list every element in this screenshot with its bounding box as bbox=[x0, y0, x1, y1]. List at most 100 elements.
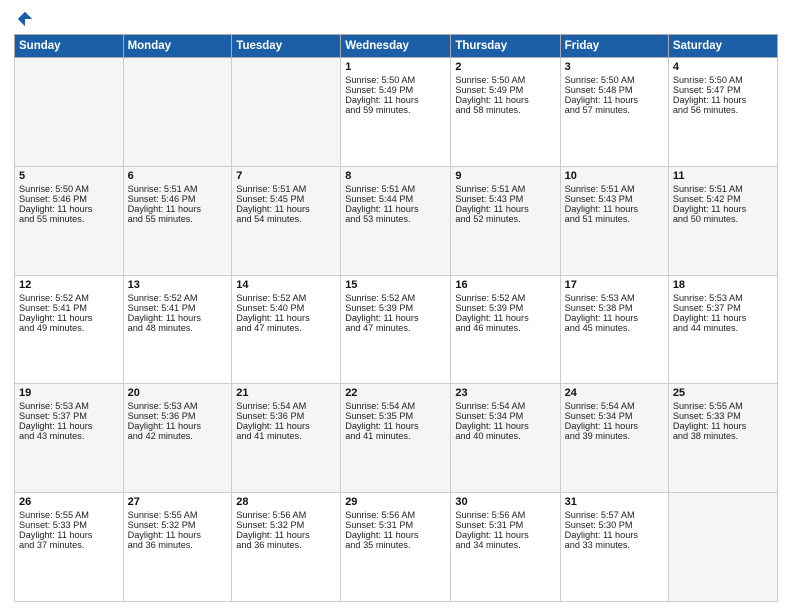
calendar-cell: 23 Sunrise: 5:54 AMSunset: 5:34 PMDayligh… bbox=[451, 384, 560, 493]
day-info: and 55 minutes. bbox=[19, 214, 119, 224]
day-info: and 37 minutes. bbox=[19, 540, 119, 550]
day-info: and 50 minutes. bbox=[673, 214, 773, 224]
day-info: Daylight: 11 hours bbox=[345, 421, 446, 431]
calendar-cell: 7Sunrise: 5:51 AMSunset: 5:45 PMDaylight… bbox=[232, 166, 341, 275]
day-number: 29 bbox=[345, 496, 446, 508]
day-info: Daylight: 11 hours bbox=[673, 313, 773, 323]
day-info: Daylight: 11 hours bbox=[345, 204, 446, 214]
day-info: Sunset: 5:44 PM bbox=[345, 194, 446, 204]
calendar-cell: 30Sunrise: 5:56 AMSunset: 5:31 PMDayligh… bbox=[451, 493, 560, 602]
day-info: Daylight: 11 hours bbox=[19, 313, 119, 323]
day-info: Daylight: 11 hours bbox=[236, 530, 336, 540]
day-info: Sunrise: 5:50 AM bbox=[565, 75, 664, 85]
day-info: Daylight: 11 hours bbox=[236, 421, 336, 431]
day-info: Daylight: 11 hours bbox=[673, 95, 773, 105]
day-info: Sunset: 5:31 PM bbox=[455, 520, 555, 530]
day-info: Sunrise: 5:51 AM bbox=[673, 184, 773, 194]
day-info: Sunrise: 5:55 AM bbox=[673, 401, 773, 411]
day-info: Sunrise: 5:53 AM bbox=[673, 293, 773, 303]
calendar-cell: 24Sunrise: 5:54 AMSunset: 5:34 PMDayligh… bbox=[560, 384, 668, 493]
logo-icon bbox=[16, 10, 34, 28]
day-info: Sunrise: 5:56 AM bbox=[236, 510, 336, 520]
day-number: 12 bbox=[19, 279, 119, 291]
day-number: 5 bbox=[19, 170, 119, 182]
day-info: Daylight: 11 hours bbox=[345, 313, 446, 323]
calendar-week-row: 26Sunrise: 5:55 AMSunset: 5:33 PMDayligh… bbox=[15, 493, 778, 602]
day-info: Sunset: 5:41 PM bbox=[128, 303, 228, 313]
day-number: 9 bbox=[455, 170, 555, 182]
day-info: and 43 minutes. bbox=[19, 431, 119, 441]
calendar-cell: 29Sunrise: 5:56 AMSunset: 5:31 PMDayligh… bbox=[341, 493, 451, 602]
day-info: and 52 minutes. bbox=[455, 214, 555, 224]
day-info: and 48 minutes. bbox=[128, 323, 228, 333]
day-number: 24 bbox=[565, 387, 664, 399]
day-info: Sunrise: 5:54 AM bbox=[345, 401, 446, 411]
day-number: 25 bbox=[673, 387, 773, 399]
calendar-cell: 13Sunrise: 5:52 AMSunset: 5:41 PMDayligh… bbox=[123, 275, 232, 384]
day-info: Daylight: 11 hours bbox=[455, 421, 555, 431]
day-info: Daylight: 11 hours bbox=[128, 530, 228, 540]
day-info: Sunset: 5:49 PM bbox=[345, 85, 446, 95]
day-info: Sunrise: 5:53 AM bbox=[19, 401, 119, 411]
day-number: 22 bbox=[345, 387, 446, 399]
day-info: Sunrise: 5:54 AM bbox=[455, 401, 555, 411]
day-info: Sunrise: 5:53 AM bbox=[128, 401, 228, 411]
day-info: Daylight: 11 hours bbox=[128, 313, 228, 323]
day-info: Daylight: 11 hours bbox=[455, 204, 555, 214]
day-info: Sunset: 5:49 PM bbox=[455, 85, 555, 95]
day-number: 26 bbox=[19, 496, 119, 508]
day-info: Sunrise: 5:50 AM bbox=[455, 75, 555, 85]
day-number: 15 bbox=[345, 279, 446, 291]
weekday-header-monday: Monday bbox=[123, 35, 232, 58]
calendar-cell: 8Sunrise: 5:51 AMSunset: 5:44 PMDaylight… bbox=[341, 166, 451, 275]
day-info: Sunset: 5:46 PM bbox=[19, 194, 119, 204]
calendar-cell: 9Sunrise: 5:51 AMSunset: 5:43 PMDaylight… bbox=[451, 166, 560, 275]
day-number: 21 bbox=[236, 387, 336, 399]
day-info: Daylight: 11 hours bbox=[565, 204, 664, 214]
day-info: Sunset: 5:33 PM bbox=[19, 520, 119, 530]
day-number: 23 bbox=[455, 387, 555, 399]
calendar-cell: 6Sunrise: 5:51 AMSunset: 5:46 PMDaylight… bbox=[123, 166, 232, 275]
day-info: and 40 minutes. bbox=[455, 431, 555, 441]
weekday-header-thursday: Thursday bbox=[451, 35, 560, 58]
day-info: Sunrise: 5:52 AM bbox=[128, 293, 228, 303]
day-info: and 33 minutes. bbox=[565, 540, 664, 550]
day-info: Sunrise: 5:52 AM bbox=[345, 293, 446, 303]
day-info: and 42 minutes. bbox=[128, 431, 228, 441]
day-info: Sunset: 5:37 PM bbox=[673, 303, 773, 313]
day-info: Sunset: 5:34 PM bbox=[455, 411, 555, 421]
day-number: 28 bbox=[236, 496, 336, 508]
day-info: Daylight: 11 hours bbox=[128, 204, 228, 214]
day-number: 6 bbox=[128, 170, 228, 182]
calendar-cell: 27Sunrise: 5:55 AMSunset: 5:32 PMDayligh… bbox=[123, 493, 232, 602]
day-info: and 41 minutes. bbox=[345, 431, 446, 441]
day-info: Sunset: 5:32 PM bbox=[128, 520, 228, 530]
day-number: 31 bbox=[565, 496, 664, 508]
calendar-cell: 17Sunrise: 5:53 AMSunset: 5:38 PMDayligh… bbox=[560, 275, 668, 384]
day-info: Sunset: 5:39 PM bbox=[455, 303, 555, 313]
day-number: 3 bbox=[565, 61, 664, 73]
day-number: 2 bbox=[455, 61, 555, 73]
day-info: Daylight: 11 hours bbox=[455, 530, 555, 540]
day-info: Sunrise: 5:53 AM bbox=[565, 293, 664, 303]
day-info: and 53 minutes. bbox=[345, 214, 446, 224]
calendar-cell: 2Sunrise: 5:50 AMSunset: 5:49 PMDaylight… bbox=[451, 58, 560, 167]
day-info: and 41 minutes. bbox=[236, 431, 336, 441]
day-info: Sunset: 5:37 PM bbox=[19, 411, 119, 421]
calendar-cell bbox=[668, 493, 777, 602]
day-info: Sunset: 5:36 PM bbox=[128, 411, 228, 421]
day-info: and 46 minutes. bbox=[455, 323, 555, 333]
day-info: Daylight: 11 hours bbox=[455, 313, 555, 323]
day-info: Sunrise: 5:51 AM bbox=[236, 184, 336, 194]
calendar-cell: 1Sunrise: 5:50 AMSunset: 5:49 PMDaylight… bbox=[341, 58, 451, 167]
calendar-cell: 16Sunrise: 5:52 AMSunset: 5:39 PMDayligh… bbox=[451, 275, 560, 384]
page: SundayMondayTuesdayWednesdayThursdayFrid… bbox=[0, 0, 792, 612]
header bbox=[14, 10, 778, 28]
logo bbox=[14, 10, 34, 28]
day-info: Sunset: 5:41 PM bbox=[19, 303, 119, 313]
day-number: 18 bbox=[673, 279, 773, 291]
day-info: Sunrise: 5:51 AM bbox=[455, 184, 555, 194]
calendar-cell: 21Sunrise: 5:54 AMSunset: 5:36 PMDayligh… bbox=[232, 384, 341, 493]
day-info: Sunset: 5:47 PM bbox=[673, 85, 773, 95]
weekday-header-tuesday: Tuesday bbox=[232, 35, 341, 58]
